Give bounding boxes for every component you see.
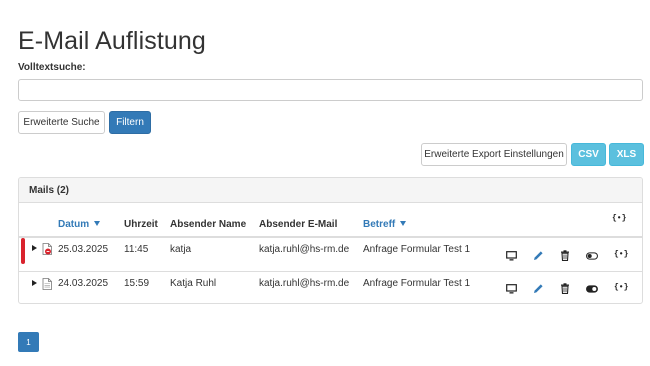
- fulltext-search-label: Volltextsuche:: [18, 62, 86, 73]
- expand-caret-icon[interactable]: [32, 280, 37, 286]
- column-header-subject[interactable]: Betreff: [363, 219, 407, 230]
- edit-pencil-icon[interactable]: [532, 282, 544, 294]
- row-divider: [19, 271, 642, 272]
- fulltext-search-input[interactable]: [18, 79, 643, 101]
- json-icon[interactable]: {•}: [614, 283, 628, 292]
- export-settings-button[interactable]: Erweiterte Export Einstellungen: [421, 143, 567, 166]
- pagination-page-1[interactable]: 1: [18, 332, 39, 352]
- page-title: E-Mail Auflistung: [18, 27, 206, 55]
- row-date: 25.03.2025: [58, 244, 109, 255]
- unread-marker: [21, 238, 25, 264]
- row-date: 24.03.2025: [58, 278, 109, 289]
- row-sender-email: katja.ruhl@hs-rm.de: [259, 278, 350, 289]
- toggle-off-icon[interactable]: [586, 250, 598, 262]
- row-sender-name: Katja Ruhl: [170, 278, 217, 289]
- column-header-time: Uhrzeit: [124, 219, 158, 230]
- json-header-icon[interactable]: {•}: [612, 214, 626, 223]
- filter-button[interactable]: Filtern: [109, 111, 151, 134]
- row-time: 11:45: [124, 244, 149, 255]
- xls-export-button[interactable]: XLS: [609, 143, 644, 166]
- row-subject: Anfrage Formular Test 1: [363, 278, 471, 289]
- json-icon[interactable]: {•}: [614, 250, 628, 259]
- column-header-sender-name: Absender Name: [170, 219, 247, 230]
- csv-export-button[interactable]: CSV: [571, 143, 606, 166]
- row-sender-name: katja: [170, 244, 192, 255]
- advanced-search-button[interactable]: Erweiterte Suche: [18, 111, 105, 134]
- row-sender-email: katja.ruhl@hs-rm.de: [259, 244, 350, 255]
- table-header-divider: [19, 236, 642, 238]
- monitor-icon[interactable]: [505, 283, 517, 295]
- column-header-date[interactable]: Datum: [58, 219, 101, 230]
- column-header-sender-email: Absender E-Mail: [259, 219, 338, 230]
- row-subject: Anfrage Formular Test 1: [363, 244, 471, 255]
- unread-document-icon: [42, 243, 52, 255]
- expand-caret-icon[interactable]: [32, 245, 37, 251]
- monitor-icon[interactable]: [505, 250, 517, 262]
- row-time: 15:59: [124, 278, 150, 289]
- read-document-icon: [42, 278, 52, 290]
- toggle-on-icon[interactable]: [586, 283, 598, 295]
- edit-pencil-icon[interactable]: [532, 249, 544, 261]
- sort-desc-icon: [400, 221, 407, 226]
- trash-icon[interactable]: [559, 249, 571, 261]
- trash-icon[interactable]: [559, 282, 571, 294]
- mails-panel-heading: Mails (2): [19, 178, 642, 203]
- sort-desc-icon: [94, 221, 101, 226]
